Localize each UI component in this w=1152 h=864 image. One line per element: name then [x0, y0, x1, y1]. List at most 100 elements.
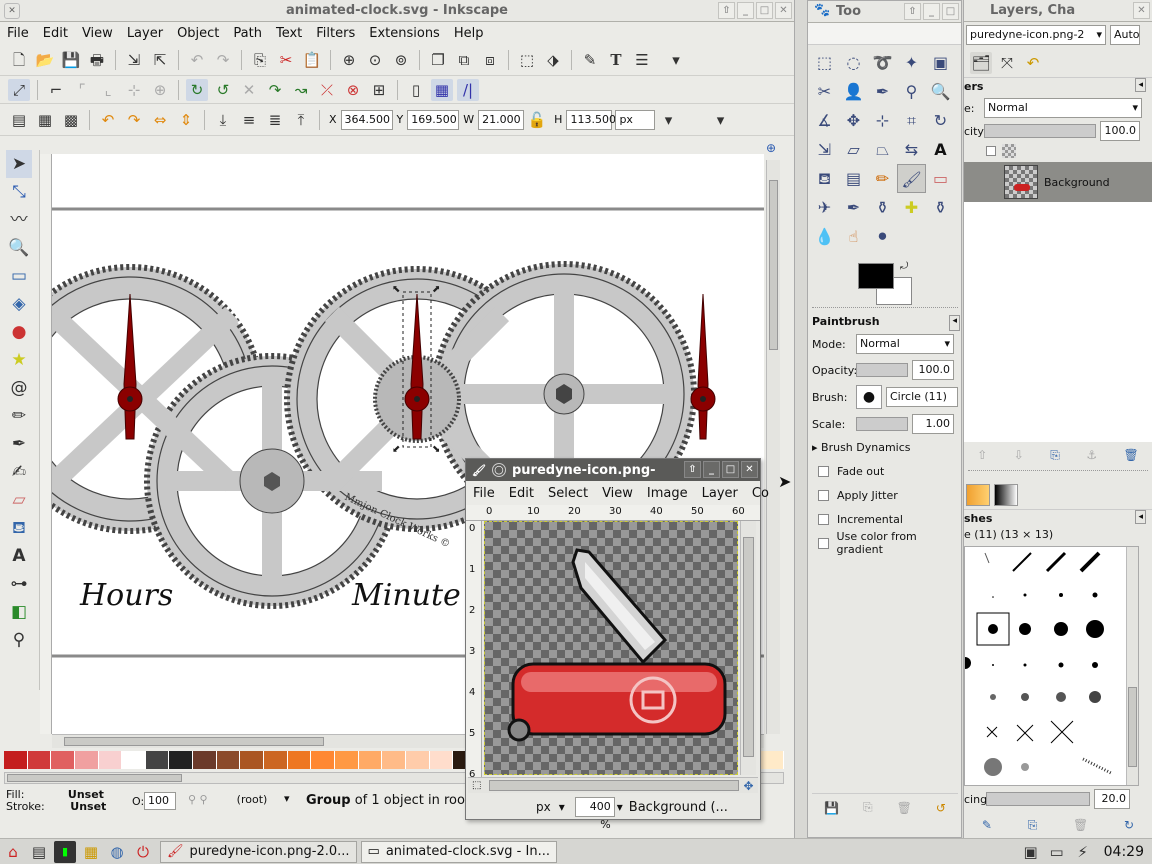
layers-tab-icon[interactable]: 🗂	[970, 51, 992, 74]
export-icon[interactable]: ⇱	[149, 49, 171, 71]
tweak-tool-icon[interactable]: 〰	[6, 206, 32, 234]
scale-input[interactable]: 1.00	[912, 414, 954, 434]
terminal-icon[interactable]: ▮	[54, 840, 76, 863]
ellipse-tool-icon[interactable]: ●	[6, 318, 32, 346]
quick-mask-icon[interactable]: ⬚	[472, 780, 481, 791]
brush-scroll-thumb[interactable]	[1128, 687, 1137, 767]
mode-select[interactable]: Normal ▾	[856, 334, 954, 354]
ink-menu-view[interactable]: View	[75, 26, 120, 41]
gradient-color-checkbox[interactable]: Use color from gradient	[812, 530, 960, 556]
undo-history-tab-icon[interactable]: ↶	[1022, 52, 1044, 74]
gimp-menu-view[interactable]: View	[595, 486, 640, 501]
move-icon[interactable]: ✥	[839, 106, 868, 135]
cut-icon[interactable]: ✂	[275, 49, 297, 71]
maximize-button[interactable]: □	[756, 2, 773, 19]
incremental-checkbox[interactable]: Incremental	[812, 507, 960, 531]
airbrush-icon[interactable]: ✈	[810, 193, 839, 222]
shear-icon[interactable]: ▱	[839, 135, 868, 164]
connector-tool-icon[interactable]: ⊶	[6, 570, 32, 598]
restore-options-icon[interactable]: ⎘	[863, 800, 873, 815]
w-input[interactable]: 21.000	[478, 109, 525, 130]
patterns-tab-icon[interactable]	[966, 483, 990, 506]
zoom-icon[interactable]: 🔍	[926, 77, 955, 106]
layer-dropdown-icon[interactable]: ▾	[284, 792, 290, 805]
ink-menu-edit[interactable]: Edit	[36, 26, 75, 41]
brush-preview-icon[interactable]: ●	[856, 385, 882, 409]
layer-opacity-slider[interactable]	[984, 124, 1096, 138]
snap-edges-icon[interactable]: ⌜	[71, 79, 93, 101]
layer-row-background[interactable]: Background	[964, 162, 1152, 202]
3dbox-tool-icon[interactable]: ◈	[6, 290, 32, 318]
workspace-switcher-icon-2[interactable]: ▭	[1046, 841, 1068, 863]
palette-swatch[interactable]	[405, 751, 430, 769]
brush-dynamics-expander[interactable]: ▸ Brush Dynamics	[812, 437, 960, 459]
zoom-drawing-icon[interactable]: ⊙	[364, 49, 386, 71]
snap-cusp-icon[interactable]: ↷	[264, 79, 286, 101]
fuzzy-select-icon[interactable]: ✦	[897, 48, 926, 77]
rect-select-icon[interactable]: ⬚	[810, 48, 839, 77]
snap-mid-path-icon[interactable]: ⤫	[316, 79, 338, 101]
palette-swatch[interactable]	[240, 751, 265, 769]
inkscape-close-dot[interactable]: ✕	[4, 3, 20, 19]
text-tool-icon[interactable]: A	[926, 135, 955, 164]
show-desktop-icon[interactable]: ▤	[28, 841, 50, 863]
color-select-icon[interactable]: ▣	[926, 48, 955, 77]
task-gimp[interactable]: 🖌 puredyne-icon.png-2.0...	[160, 840, 357, 863]
anchor-layer-icon[interactable]: ⚓	[1086, 448, 1097, 462]
palette-swatch[interactable]	[122, 751, 146, 769]
brush-scrollbar[interactable]	[1126, 547, 1138, 785]
tool-options-menu-icon[interactable]: ◂	[949, 315, 960, 331]
dock-divider[interactable]	[968, 470, 1148, 478]
unlink-clone-icon[interactable]: ⧈	[479, 49, 501, 71]
palette-swatch[interactable]	[311, 751, 335, 769]
maximize-button[interactable]: □	[942, 3, 959, 20]
zoom-corner-icon[interactable]: ⊕	[766, 141, 776, 155]
minimize-button[interactable]: _	[737, 2, 754, 19]
palette-swatch[interactable]	[193, 751, 217, 769]
ink-menu-object[interactable]: Object	[170, 26, 226, 41]
opacity-input[interactable]: 100.0	[912, 360, 954, 380]
gimp-menu-image[interactable]: Image	[640, 486, 695, 501]
gradient-tool-icon[interactable]: ◧	[6, 598, 32, 626]
ink-menu-extensions[interactable]: Extensions	[362, 26, 447, 41]
palette-swatch[interactable]	[334, 751, 359, 769]
ink-icon[interactable]: ✒	[839, 193, 868, 222]
foreground-color-swatch[interactable]	[858, 263, 894, 289]
fill-stroke-icon[interactable]: ✎	[579, 49, 601, 71]
close-button[interactable]: ✕	[741, 461, 758, 478]
eraser-icon[interactable]: ▭	[926, 164, 955, 193]
snap-corners-icon[interactable]: ⌞	[97, 79, 119, 101]
apply-jitter-checkbox[interactable]: Apply Jitter	[812, 483, 960, 507]
layers-titlebar[interactable]: Layers, Cha ✕	[964, 0, 1152, 22]
new-brush-icon[interactable]: ⎘	[1028, 818, 1038, 833]
scissors-icon[interactable]: ✂	[810, 77, 839, 106]
bucket-fill-icon[interactable]: ⛾	[810, 164, 839, 193]
channels-tab-icon[interactable]: ⤧	[996, 52, 1018, 74]
image-canvas[interactable]	[484, 521, 738, 775]
new-icon[interactable]: 🗋	[8, 49, 30, 71]
palette-swatch[interactable]	[287, 751, 312, 769]
auto-button[interactable]: Auto	[1110, 25, 1140, 45]
snap-grid-icon[interactable]: ▦	[431, 78, 453, 101]
inkscape-titlebar[interactable]: ✕ animated-clock.svg - Inkscape ⇧ _ □ ✕	[0, 0, 794, 22]
duplicate-icon[interactable]: ❐	[427, 49, 449, 71]
print-icon[interactable]: 🖶	[86, 49, 108, 71]
save-options-icon[interactable]: 💾	[824, 801, 839, 815]
eraser-tool-icon[interactable]: ▱	[6, 486, 32, 514]
clone-icon[interactable]: ⚱	[868, 193, 897, 222]
ungroup-icon[interactable]: ⬗	[542, 49, 564, 71]
lower-icon[interactable]: ≡	[238, 109, 260, 131]
image-vscroll-thumb[interactable]	[743, 537, 754, 757]
shade-button[interactable]: ⇧	[904, 3, 921, 20]
zoom-dropdown-icon[interactable]: ▾	[617, 800, 623, 814]
snap-page-icon[interactable]: ▯	[405, 79, 427, 101]
workspace-switcher-icon[interactable]: ▣	[1020, 841, 1042, 863]
network-icon[interactable]: ⚡	[1072, 841, 1094, 863]
snap-guide-icon[interactable]: /|	[457, 78, 479, 101]
pencil-icon[interactable]: ✏	[868, 164, 897, 193]
select-all-icon[interactable]: ▤	[8, 109, 30, 131]
logout-icon[interactable]: ⏻	[132, 841, 154, 863]
measure-icon[interactable]: ∡	[810, 106, 839, 135]
y-input[interactable]: 169.500	[407, 109, 460, 130]
redo-icon[interactable]: ↷	[212, 49, 234, 71]
